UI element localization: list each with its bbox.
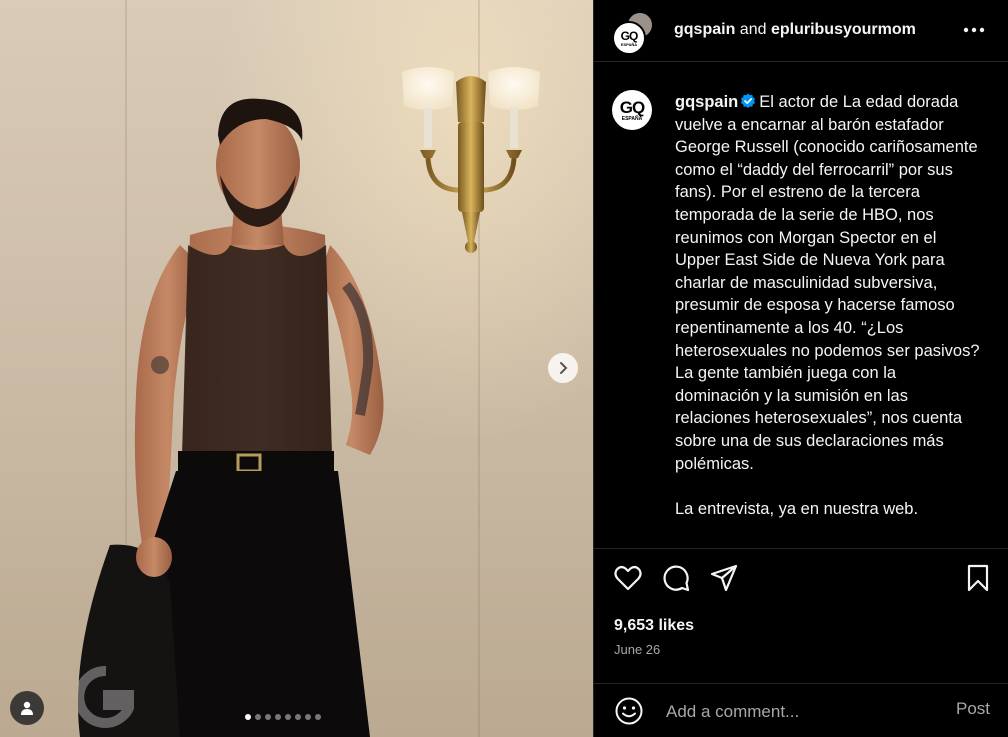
action-bar (594, 562, 1008, 598)
caption-text: gqspain El actor de La edad dorada vuelve… (675, 91, 985, 520)
avatar-gqspain[interactable]: GQ ESPAÑA (612, 21, 646, 55)
carousel-indicator (245, 714, 321, 720)
caption-avatar-gqspain[interactable]: GQ ESPAÑA (612, 90, 652, 130)
username-link-collaborator[interactable]: epluribusyourmom (771, 21, 916, 38)
save-button[interactable] (962, 562, 994, 594)
comment-button[interactable] (660, 562, 692, 594)
carousel-dot (305, 714, 311, 720)
more-horizontal-icon (963, 27, 985, 33)
collab-avatars[interactable]: GQ ESPAÑA (612, 11, 656, 55)
more-options-button[interactable] (959, 18, 989, 42)
instagram-post-view: GQ ESPAÑA gqspain and epluribusyourmom G… (0, 0, 1008, 737)
carousel-dot (255, 714, 261, 720)
post-side-panel: GQ ESPAÑA gqspain and epluribusyourmom G… (593, 0, 1008, 737)
gq-logo-subtext: ESPAÑA (621, 115, 643, 122)
add-comment-bar: Post (594, 683, 1008, 737)
share-button[interactable] (708, 562, 740, 594)
emoji-icon (615, 697, 643, 725)
share-icon (710, 564, 738, 592)
carousel-dot (285, 714, 291, 720)
gq-watermark-logo (78, 665, 134, 728)
wall-sconce-image (402, 67, 540, 253)
caption-body: El actor de La edad dorada vuelve a enca… (675, 93, 980, 518)
carousel-next-button[interactable] (548, 353, 578, 383)
carousel-dot (275, 714, 281, 720)
carousel-dot (315, 714, 321, 720)
carousel-dot (265, 714, 271, 720)
header-usernames: gqspain and epluribusyourmom (674, 21, 916, 39)
bookmark-icon (967, 564, 989, 592)
emoji-button[interactable] (614, 696, 644, 726)
gq-logo-text: GQ (619, 97, 645, 117)
verified-badge-icon (741, 93, 756, 108)
post-comment-button[interactable]: Post (956, 699, 990, 719)
chevron-right-icon (560, 362, 568, 374)
caption-author-link[interactable]: gqspain (675, 93, 738, 111)
username-link-gqspain[interactable]: gqspain (674, 21, 735, 38)
like-button[interactable] (612, 562, 644, 594)
post-media-carousel[interactable] (0, 0, 593, 737)
heart-icon (614, 565, 642, 591)
collab-conjunction: and (739, 21, 767, 38)
likes-count[interactable]: 9,653 likes (614, 617, 694, 635)
comment-input[interactable] (664, 698, 943, 726)
tagged-users-button[interactable] (10, 691, 44, 725)
user-tag-icon (21, 701, 33, 715)
gq-logo-subtext: ESPAÑA (620, 41, 638, 47)
model-photo (78, 98, 384, 737)
carousel-dot (295, 714, 301, 720)
gq-logo-text: GQ (620, 28, 639, 43)
carousel-dot (245, 714, 251, 720)
post-header: GQ ESPAÑA gqspain and epluribusyourmom (594, 0, 1008, 62)
caption-section: GQ ESPAÑA gqspain El actor de La edad dor… (594, 62, 1008, 549)
comment-icon (663, 565, 690, 592)
post-date[interactable]: June 26 (614, 642, 660, 657)
